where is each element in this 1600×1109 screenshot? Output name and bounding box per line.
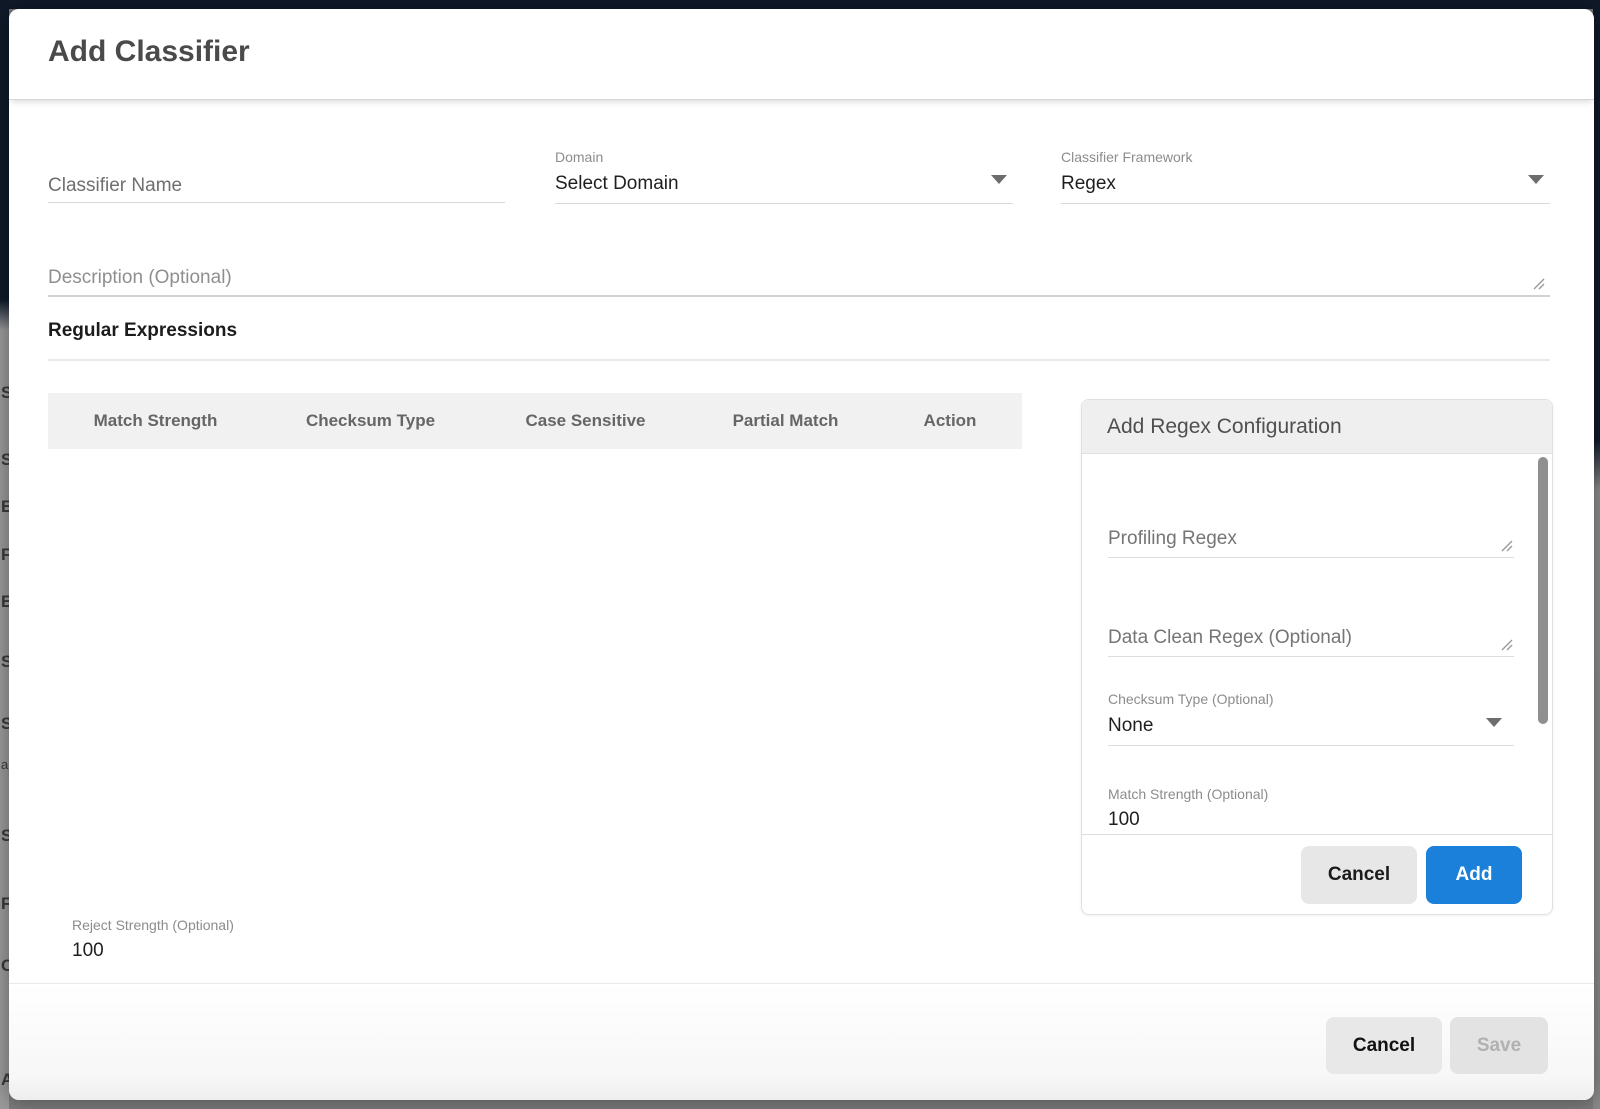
domain-select[interactable]: Select Domain [555,173,1013,204]
backdrop-text-fragment: E [1,497,9,517]
classifier-framework-field: Classifier Framework Regex [1061,149,1550,204]
checksum-type-field: Checksum Type (Optional) None [1108,691,1514,746]
backdrop-text-fragment: S [1,652,9,672]
add-classifier-modal: Add Classifier Domain Select Domain Clas… [9,9,1594,1100]
column-header-match-strength: Match Strength [48,411,263,431]
backdrop-text-fragment: A [1,1070,9,1090]
regex-panel-title: Add Regex Configuration [1082,400,1552,454]
backdrop-text-fragment: S [1,383,9,403]
add-regex-configuration-panel: Add Regex Configuration Checksum Type (O… [1081,399,1553,915]
modal-header: Add Classifier [9,9,1594,100]
column-header-case-sensitive: Case Sensitive [478,411,693,431]
reject-strength-label: Reject Strength (Optional) [72,917,272,933]
backdrop-text-fragment: ai [1,757,9,772]
checksum-type-label: Checksum Type (Optional) [1108,691,1514,707]
reject-strength-input[interactable] [72,940,272,962]
profiling-regex-input[interactable] [1108,516,1498,552]
panel-scrollbar-thumb[interactable] [1538,457,1548,724]
modal-title: Add Classifier [48,35,250,69]
data-clean-regex-input[interactable] [1108,615,1498,651]
page-backdrop-topbar [0,0,1600,9]
backdrop-text-fragment: S [1,714,9,734]
classifier-framework-label: Classifier Framework [1061,149,1550,165]
page-backdrop-left: S S E F E S S ai S F C A [0,0,9,1109]
checksum-type-select[interactable]: None [1108,715,1514,746]
classifier-framework-select-value: Regex [1061,173,1550,195]
regular-expressions-heading: Regular Expressions [48,320,237,342]
column-header-partial-match: Partial Match [693,411,878,431]
domain-select-value: Select Domain [555,173,1013,195]
match-strength-field: Match Strength (Optional) [1108,786,1514,831]
column-header-action: Action [878,411,1022,431]
reject-strength-field: Reject Strength (Optional) [72,917,272,962]
modal-footer: Cancel Save [9,983,1594,1100]
chevron-down-icon [1486,718,1502,727]
match-strength-input[interactable] [1108,809,1308,831]
classifier-framework-select[interactable]: Regex [1061,173,1550,204]
classifier-name-field [48,169,505,203]
resize-handle-icon[interactable] [1531,276,1546,291]
backdrop-text-fragment: C [1,956,9,976]
chevron-down-icon [1528,175,1544,184]
regex-cancel-button[interactable]: Cancel [1301,846,1417,904]
page-backdrop-right [1593,0,1600,1109]
save-button[interactable]: Save [1450,1017,1548,1074]
regex-add-button[interactable]: Add [1426,846,1522,904]
page-backdrop-bottom [0,1100,1600,1109]
checksum-type-select-value: None [1108,715,1514,737]
backdrop-text-fragment: E [1,592,9,612]
chevron-down-icon [991,175,1007,184]
regex-table-header: Match Strength Checksum Type Case Sensit… [48,393,1022,449]
backdrop-text-fragment: F [1,894,9,914]
column-header-checksum-type: Checksum Type [263,411,478,431]
domain-label: Domain [555,149,1013,165]
classifier-name-input[interactable] [48,169,505,202]
regex-panel-body: Checksum Type (Optional) None Match Stre… [1082,454,1552,834]
cancel-button[interactable]: Cancel [1326,1017,1442,1074]
section-divider [48,359,1550,361]
regex-panel-footer: Cancel Add [1082,834,1552,914]
data-clean-regex-field [1108,615,1514,657]
resize-handle-icon[interactable] [1500,638,1514,652]
backdrop-text-fragment: S [1,826,9,846]
backdrop-text-fragment: S [1,450,9,470]
match-strength-label: Match Strength (Optional) [1108,786,1514,802]
resize-handle-icon[interactable] [1500,539,1514,553]
description-field [48,261,1550,297]
domain-field: Domain Select Domain [555,149,1013,204]
description-input[interactable] [48,261,1490,295]
backdrop-text-fragment: F [1,545,9,565]
profiling-regex-field [1108,516,1514,558]
screen: S S E F E S S ai S F C A Add Classifier … [0,0,1600,1109]
